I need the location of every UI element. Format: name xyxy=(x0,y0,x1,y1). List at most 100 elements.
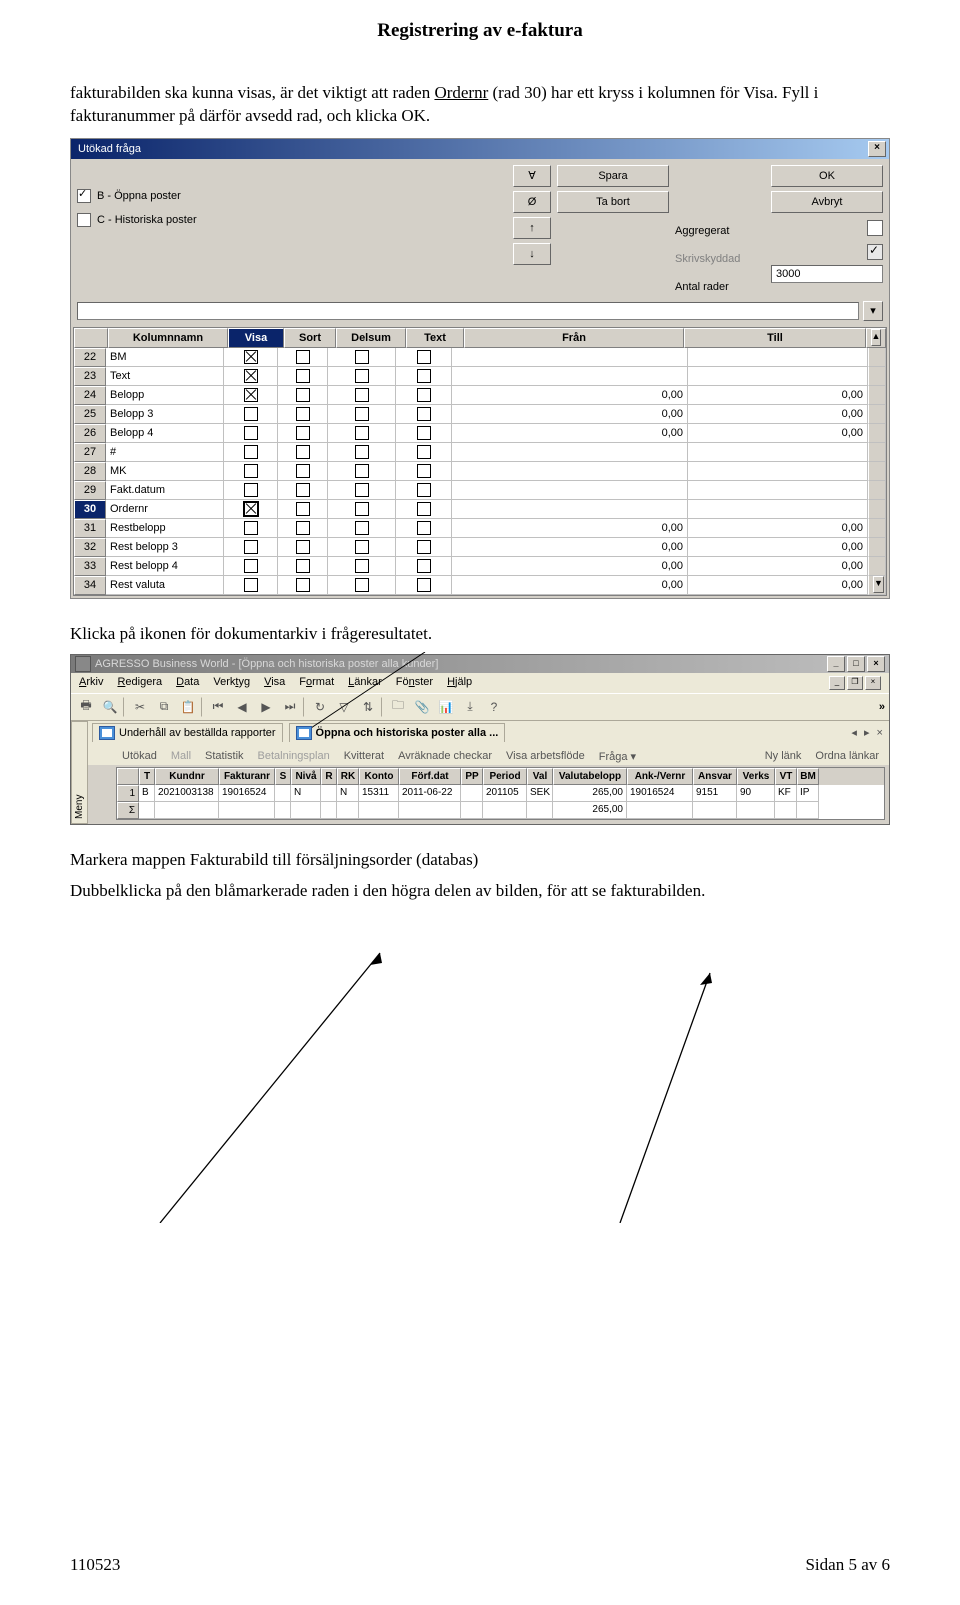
col-header[interactable]: Nivå xyxy=(291,768,321,785)
col-header[interactable]: Verks xyxy=(737,768,775,785)
cell-text[interactable] xyxy=(396,538,452,557)
delete-button[interactable]: Ta bort xyxy=(557,191,669,213)
col-header[interactable]: Val xyxy=(527,768,553,785)
table-row[interactable]: 30Ordernr xyxy=(74,500,886,519)
save-button[interactable]: Spara xyxy=(557,165,669,187)
close-icon[interactable]: × xyxy=(868,141,886,157)
cell-visa[interactable] xyxy=(224,538,278,557)
cell-delsum[interactable] xyxy=(328,576,396,595)
col-header[interactable]: Ansvar xyxy=(693,768,737,785)
cell-delsum[interactable] xyxy=(328,481,396,500)
cell-text[interactable] xyxy=(396,481,452,500)
table-row[interactable]: 25Belopp 30,000,00 xyxy=(74,405,886,424)
cell-visa[interactable] xyxy=(224,519,278,538)
col-header[interactable]: Förf.dat xyxy=(399,768,461,785)
cell[interactable]: 15311 xyxy=(359,785,399,802)
scroll-up-icon[interactable]: ▲ xyxy=(871,329,882,346)
cell[interactable]: 2011-06-22 xyxy=(399,785,461,802)
scroll-down-icon[interactable]: ▼ xyxy=(873,576,884,593)
col-header[interactable] xyxy=(117,768,139,785)
row-count-input[interactable]: 3000 xyxy=(771,265,883,283)
col-header[interactable]: Kundnr xyxy=(155,768,219,785)
cell-delsum[interactable] xyxy=(328,443,396,462)
cell-from[interactable] xyxy=(452,367,688,386)
cell-visa[interactable] xyxy=(224,481,278,500)
cell-text[interactable] xyxy=(396,348,452,367)
table-row[interactable]: 33Rest belopp 40,000,00 xyxy=(74,557,886,576)
col-header-sort[interactable]: Sort xyxy=(284,328,336,348)
cell-delsum[interactable] xyxy=(328,348,396,367)
col-header-text[interactable]: Text xyxy=(406,328,464,348)
cell-visa[interactable] xyxy=(224,557,278,576)
checkbox-aggregated[interactable] xyxy=(867,220,883,236)
cell[interactable]: 90 xyxy=(737,785,775,802)
cell-from[interactable] xyxy=(452,500,688,519)
cell-delsum[interactable] xyxy=(328,424,396,443)
dropdown-button[interactable]: ▾ xyxy=(863,301,883,321)
cell-delsum[interactable] xyxy=(328,500,396,519)
cell-sort[interactable] xyxy=(278,405,328,424)
col-header[interactable]: RK xyxy=(337,768,359,785)
table-row[interactable]: 23Text xyxy=(74,367,886,386)
col-header[interactable]: BM xyxy=(797,768,819,785)
cell-visa[interactable] xyxy=(224,462,278,481)
cancel-button[interactable]: Avbryt xyxy=(771,191,883,213)
cell[interactable] xyxy=(275,785,291,802)
table-row[interactable]: 31Restbelopp0,000,00 xyxy=(74,519,886,538)
table-row[interactable]: 28MK xyxy=(74,462,886,481)
cell-text[interactable] xyxy=(396,462,452,481)
move-down-button[interactable]: ↓ xyxy=(513,243,551,265)
cell-from[interactable]: 0,00 xyxy=(452,538,688,557)
cell-delsum[interactable] xyxy=(328,405,396,424)
cell[interactable]: N xyxy=(291,785,321,802)
cell-text[interactable] xyxy=(396,557,452,576)
cell-to[interactable]: 0,00 xyxy=(688,557,868,576)
cell-sort[interactable] xyxy=(278,500,328,519)
cell-delsum[interactable] xyxy=(328,367,396,386)
move-up-button[interactable]: ↑ xyxy=(513,217,551,239)
cell-sort[interactable] xyxy=(278,348,328,367)
cell-sort[interactable] xyxy=(278,576,328,595)
cell-text[interactable] xyxy=(396,519,452,538)
cell-to[interactable]: 0,00 xyxy=(688,424,868,443)
cell-visa[interactable] xyxy=(224,367,278,386)
ok-button[interactable]: OK xyxy=(771,165,883,187)
cell-delsum[interactable] xyxy=(328,462,396,481)
cell-text[interactable] xyxy=(396,405,452,424)
col-header-name[interactable]: Kolumnnamn xyxy=(108,328,228,348)
table-row[interactable]: 24Belopp0,000,00 xyxy=(74,386,886,405)
cell-to[interactable]: 0,00 xyxy=(688,519,868,538)
col-header[interactable]: PP xyxy=(461,768,483,785)
cell-from[interactable]: 0,00 xyxy=(452,424,688,443)
col-header-delsum[interactable]: Delsum xyxy=(336,328,406,348)
col-header[interactable]: S xyxy=(275,768,291,785)
cell[interactable]: 9151 xyxy=(693,785,737,802)
cell-to[interactable] xyxy=(688,348,868,367)
cell[interactable] xyxy=(461,785,483,802)
cell[interactable]: IP xyxy=(797,785,819,802)
cell[interactable]: N xyxy=(337,785,359,802)
cell-to[interactable] xyxy=(688,481,868,500)
cell-to[interactable] xyxy=(688,462,868,481)
cell-sort[interactable] xyxy=(278,557,328,576)
cell-to[interactable]: 0,00 xyxy=(688,386,868,405)
col-header[interactable]: Konto xyxy=(359,768,399,785)
cell-from[interactable]: 0,00 xyxy=(452,557,688,576)
cell-visa[interactable] xyxy=(224,405,278,424)
col-header[interactable]: Valutabelopp xyxy=(553,768,627,785)
subtab-avraknade[interactable]: Avräknade checkar xyxy=(392,748,498,765)
cell-to[interactable]: 0,00 xyxy=(688,538,868,557)
cell-sort[interactable] xyxy=(278,481,328,500)
col-header-from[interactable]: Från xyxy=(464,328,684,348)
table-row[interactable]: 34Rest valuta0,000,00▼ xyxy=(74,576,886,595)
cell-to[interactable]: 0,00 xyxy=(688,576,868,595)
cell-delsum[interactable] xyxy=(328,557,396,576)
table-row[interactable]: 32Rest belopp 30,000,00 xyxy=(74,538,886,557)
subtab-fraga[interactable]: Fråga ▾ xyxy=(593,748,642,765)
col-header-to[interactable]: Till xyxy=(684,328,866,348)
cell-delsum[interactable] xyxy=(328,538,396,557)
cell-delsum[interactable] xyxy=(328,519,396,538)
cell-sort[interactable] xyxy=(278,424,328,443)
cell-text[interactable] xyxy=(396,386,452,405)
cell-text[interactable] xyxy=(396,367,452,386)
